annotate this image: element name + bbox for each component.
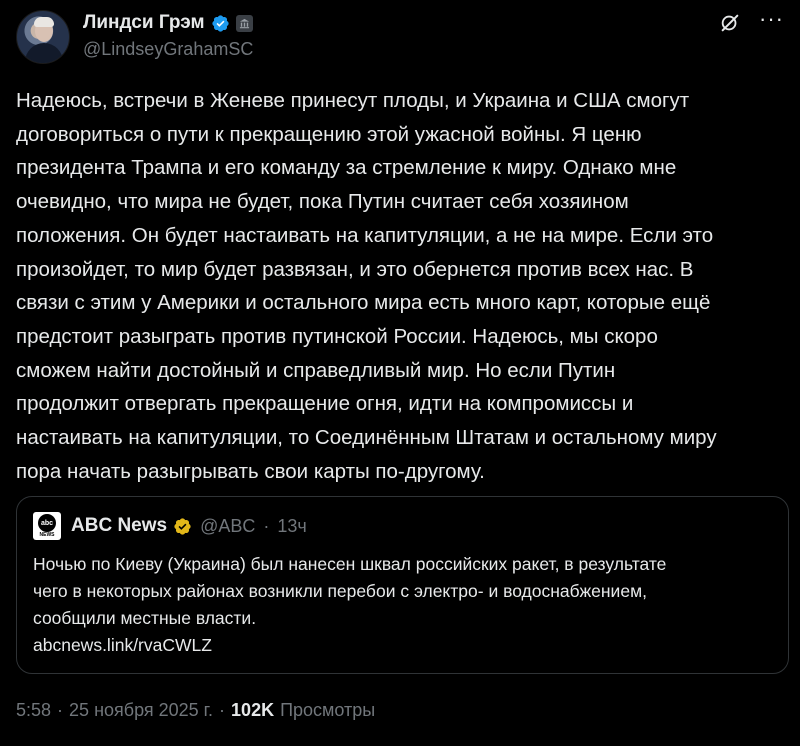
abc-logo-text: abc	[38, 514, 56, 532]
meta-separator: ·	[263, 515, 270, 536]
tweet-actions: ···	[719, 8, 784, 34]
quoted-tweet-text: Ночью по Киеву (Украина) был нанесен шкв…	[33, 554, 667, 655]
quoted-author-handle[interactable]: @ABC	[200, 516, 255, 537]
author-handle[interactable]: @LindseyGrahamSC	[83, 39, 253, 60]
gold-verified-badge-icon	[174, 517, 191, 535]
author-block: Линдси Грэм @LindseyGrahamSC	[83, 11, 253, 60]
footer-separator-2: ·	[219, 700, 226, 720]
tweet-text: Надеюсь, встречи в Женеве принесут плоды…	[16, 89, 717, 483]
abc-news-logo-icon[interactable]: abc NEWS	[33, 512, 61, 540]
tweet-header: Линдси Грэм @LindseyGrahamSC ···	[16, 8, 784, 66]
more-icon[interactable]: ···	[759, 8, 784, 34]
avatar[interactable]	[16, 10, 70, 64]
view-count: 102K	[231, 700, 275, 720]
quoted-timestamp[interactable]: 13ч	[277, 516, 306, 537]
quoted-author-name[interactable]: ABC News	[71, 515, 167, 537]
author-display-name[interactable]: Линдси Грэм	[83, 12, 205, 34]
tweet-footer: 5:58 · 25 ноября 2025 г. · 102K Просмотр…	[16, 700, 375, 721]
views-label: Просмотры	[280, 700, 376, 720]
government-badge-icon	[235, 14, 253, 32]
tweet: Линдси Грэм @LindseyGrahamSC ··· Надеюсь…	[0, 0, 800, 746]
verified-badge-icon	[211, 14, 229, 32]
footer-separator: ·	[57, 700, 64, 720]
abc-logo-subtext: NEWS	[39, 532, 55, 538]
quoted-tweet-header: abc NEWS ABC News @ABC · 13ч	[33, 511, 772, 541]
grok-icon[interactable]	[719, 12, 741, 34]
quoted-tweet[interactable]: abc NEWS ABC News @ABC · 13ч Ночью по Ки…	[16, 496, 789, 674]
post-date[interactable]: 25 ноября 2025 г.	[69, 700, 213, 721]
post-time[interactable]: 5:58	[16, 700, 51, 721]
